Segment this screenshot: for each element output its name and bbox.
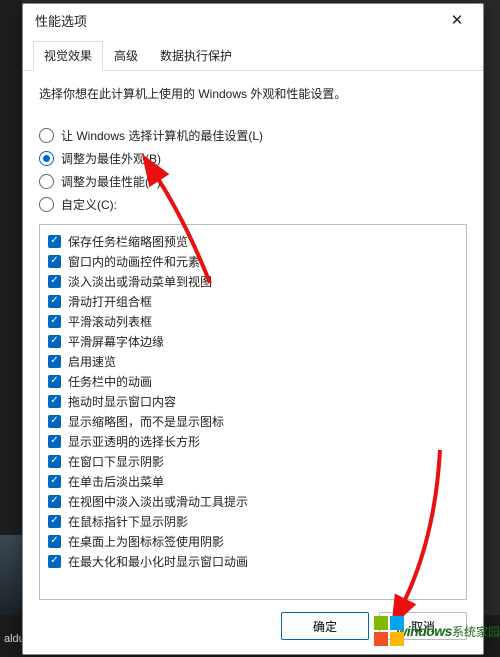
titlebar: 性能选项 ✕ [23, 4, 483, 36]
effect-checkbox-row[interactable]: 在单击后淡出菜单 [44, 471, 462, 491]
effect-checkbox-row[interactable]: 保存任务栏缩略图预览 [44, 231, 462, 251]
effect-checkbox-row[interactable]: 在视图中淡入淡出或滑动工具提示 [44, 491, 462, 511]
checkbox-icon [48, 515, 61, 528]
effect-label: 显示缩略图，而不是显示图标 [68, 413, 224, 430]
radio-icon [39, 174, 54, 189]
checkbox-icon [48, 435, 61, 448]
ok-button[interactable]: 确定 [281, 612, 369, 640]
checkbox-icon [48, 415, 61, 428]
effect-checkbox-row[interactable]: 拖动时显示窗口内容 [44, 391, 462, 411]
radio-best-performance[interactable]: 调整为最佳性能(P) [39, 170, 467, 193]
button-label: 确定 [313, 618, 337, 635]
checkbox-icon [48, 275, 61, 288]
tab-visual-effects[interactable]: 视觉效果 [33, 41, 103, 71]
checkbox-icon [48, 255, 61, 268]
tab-dep[interactable]: 数据执行保护 [149, 41, 243, 71]
effect-label: 平滑屏幕字体边缘 [68, 333, 164, 350]
radio-label: 调整为最佳性能(P) [61, 173, 161, 190]
tab-label: 高级 [114, 49, 138, 63]
checkbox-icon [48, 555, 61, 568]
effect-label: 在单击后淡出菜单 [68, 473, 164, 490]
watermark: windows系统家园 [372, 610, 500, 652]
radio-best-appearance[interactable]: 调整为最佳外观(B) [39, 147, 467, 170]
effect-label: 在窗口下显示阴影 [68, 453, 164, 470]
description-text: 选择你想在此计算机上使用的 Windows 外观和性能设置。 [39, 85, 467, 102]
tab-label: 数据执行保护 [160, 49, 232, 63]
radio-let-windows-choose[interactable]: 让 Windows 选择计算机的最佳设置(L) [39, 124, 467, 147]
effect-label: 在鼠标指针下显示阴影 [68, 513, 188, 530]
effect-checkbox-row[interactable]: 平滑屏幕字体边缘 [44, 331, 462, 351]
effect-checkbox-row[interactable]: 在桌面上为图标标签使用阴影 [44, 531, 462, 551]
radio-group: 让 Windows 选择计算机的最佳设置(L) 调整为最佳外观(B) 调整为最佳… [39, 124, 467, 216]
effect-checkbox-row[interactable]: 平滑滚动列表框 [44, 311, 462, 331]
watermark-text: windows系统家园 [396, 623, 500, 640]
effect-checkbox-row[interactable]: 显示亚透明的选择长方形 [44, 431, 462, 451]
radio-icon [39, 197, 54, 212]
effects-checklist[interactable]: 保存任务栏缩略图预览窗口内的动画控件和元素淡入淡出或滑动菜单到视图滑动打开组合框… [39, 224, 467, 600]
watermark-logo-icon [372, 614, 392, 648]
checkbox-icon [48, 315, 61, 328]
effect-label: 窗口内的动画控件和元素 [68, 253, 200, 270]
effect-checkbox-row[interactable]: 任务栏中的动画 [44, 371, 462, 391]
effect-label: 显示亚透明的选择长方形 [68, 433, 200, 450]
desktop-thumbnail [0, 535, 22, 615]
effect-label: 在最大化和最小化时显示窗口动画 [68, 553, 248, 570]
radio-icon [39, 128, 54, 143]
effect-label: 拖动时显示窗口内容 [68, 393, 176, 410]
radio-icon [39, 151, 54, 166]
effect-label: 淡入淡出或滑动菜单到视图 [68, 273, 212, 290]
radio-label: 调整为最佳外观(B) [61, 150, 161, 167]
radio-label: 让 Windows 选择计算机的最佳设置(L) [61, 127, 263, 144]
effect-checkbox-row[interactable]: 在鼠标指针下显示阴影 [44, 511, 462, 531]
effect-label: 保存任务栏缩略图预览 [68, 233, 188, 250]
performance-options-dialog: 性能选项 ✕ 视觉效果 高级 数据执行保护 选择你想在此计算机上使用的 Wind… [22, 3, 484, 655]
radio-custom[interactable]: 自定义(C): [39, 193, 467, 216]
checkbox-icon [48, 335, 61, 348]
effect-label: 在桌面上为图标标签使用阴影 [68, 533, 224, 550]
tab-content: 选择你想在此计算机上使用的 Windows 外观和性能设置。 让 Windows… [23, 71, 483, 600]
effect-checkbox-row[interactable]: 在最大化和最小化时显示窗口动画 [44, 551, 462, 571]
effect-checkbox-row[interactable]: 启用速览 [44, 351, 462, 371]
checkbox-icon [48, 535, 61, 548]
checkbox-icon [48, 495, 61, 508]
close-button[interactable]: ✕ [439, 6, 475, 34]
tab-advanced[interactable]: 高级 [103, 41, 149, 71]
checkbox-icon [48, 295, 61, 308]
effect-checkbox-row[interactable]: 显示缩略图，而不是显示图标 [44, 411, 462, 431]
radio-label: 自定义(C): [61, 196, 117, 213]
tab-label: 视觉效果 [44, 49, 92, 63]
effect-label: 任务栏中的动画 [68, 373, 152, 390]
effect-checkbox-row[interactable]: 滑动打开组合框 [44, 291, 462, 311]
effect-checkbox-row[interactable]: 淡入淡出或滑动菜单到视图 [44, 271, 462, 291]
close-icon: ✕ [451, 11, 464, 29]
effect-label: 平滑滚动列表框 [68, 313, 152, 330]
tab-strip: 视觉效果 高级 数据执行保护 [23, 36, 483, 71]
effect-label: 滑动打开组合框 [68, 293, 152, 310]
effect-checkbox-row[interactable]: 窗口内的动画控件和元素 [44, 251, 462, 271]
window-title: 性能选项 [35, 11, 439, 30]
checkbox-icon [48, 455, 61, 468]
effect-checkbox-row[interactable]: 在窗口下显示阴影 [44, 451, 462, 471]
effect-label: 启用速览 [68, 353, 116, 370]
checkbox-icon [48, 375, 61, 388]
checkbox-icon [48, 235, 61, 248]
effect-label: 在视图中淡入淡出或滑动工具提示 [68, 493, 248, 510]
checkbox-icon [48, 355, 61, 368]
checkbox-icon [48, 475, 61, 488]
checkbox-icon [48, 395, 61, 408]
